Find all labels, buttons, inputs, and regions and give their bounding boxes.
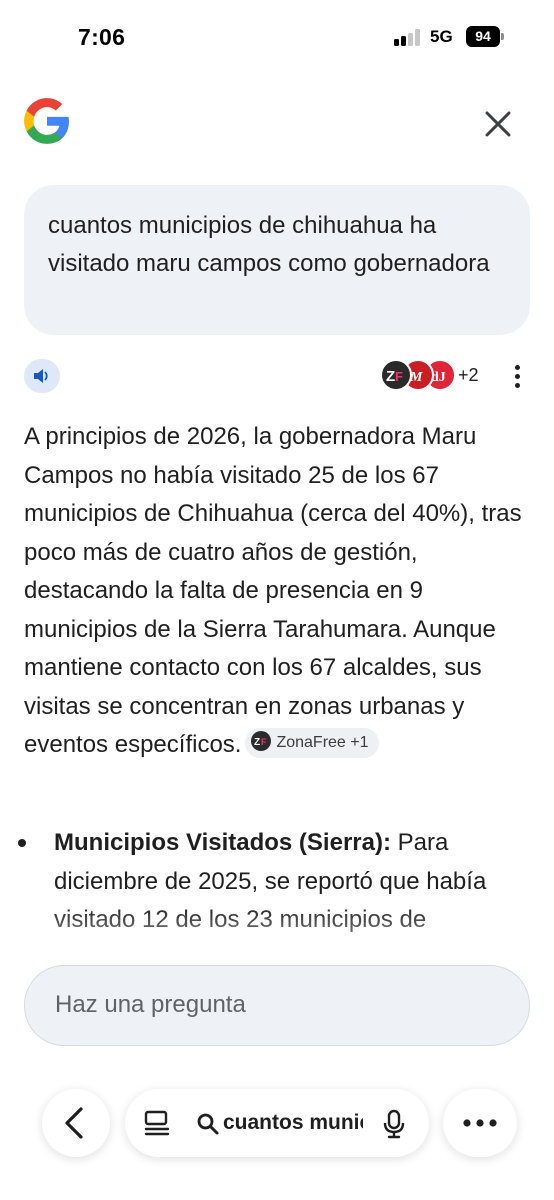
- citation-chip-label: ZonaFree +1: [276, 733, 369, 751]
- svg-text:Z: Z: [386, 368, 395, 385]
- chevron-left-icon: [65, 1107, 83, 1139]
- close-icon[interactable]: [478, 104, 518, 144]
- battery-level: 94: [466, 26, 500, 47]
- status-time: 7:06: [78, 24, 126, 50]
- ai-answer: A principios de 2026, la gobernadora Mar…: [24, 418, 536, 765]
- status-bar: 7:06 5G 94: [0, 0, 554, 70]
- battery-icon: 94: [466, 26, 504, 47]
- svg-text:F: F: [395, 369, 403, 384]
- zonafree-icon: ZF: [251, 731, 272, 752]
- network-type: 5G: [430, 27, 453, 46]
- ask-question-input[interactable]: Haz una pregunta: [24, 965, 530, 1046]
- signal-icon: [394, 29, 422, 46]
- more-button[interactable]: [443, 1089, 517, 1157]
- search-icon: [197, 1113, 219, 1135]
- bullet-dot: [18, 839, 26, 847]
- query-bubble: cuantos municipios de chihuahua ha visit…: [24, 185, 530, 335]
- svg-text:F: F: [261, 737, 267, 747]
- query-text: cuantos municipios de chihuahua ha visit…: [48, 212, 490, 277]
- speaker-icon: [34, 369, 48, 383]
- microphone-icon[interactable]: [380, 1108, 408, 1140]
- list-icon: [144, 1110, 170, 1136]
- search-pill[interactable]: cuantos municipios de chihuahua ha visit…: [125, 1089, 429, 1157]
- citation-chip[interactable]: Z F ZonaFree +1: [245, 727, 379, 758]
- answer-paragraph: A principios de 2026, la gobernadora Mar…: [24, 423, 522, 758]
- search-query-text: cuantos municipios de chihuahua ha visit…: [223, 1111, 363, 1134]
- back-button[interactable]: [42, 1089, 110, 1157]
- list-item-title: Municipios Visitados (Sierra):: [54, 829, 391, 856]
- svg-text:Z: Z: [254, 737, 260, 748]
- more-horizontal-icon: [463, 1119, 497, 1127]
- google-logo-icon: [24, 98, 69, 144]
- sources-button[interactable]: Z F M dJ +2: [380, 359, 490, 393]
- read-aloud-button[interactable]: [24, 359, 60, 393]
- sources-more-count: +2: [458, 365, 479, 385]
- page: 7:06 5G 94 cuantos municipios de chihuah…: [0, 0, 554, 1200]
- more-options-icon[interactable]: [505, 362, 529, 392]
- source-zonafree-icon: Z F: [380, 359, 412, 391]
